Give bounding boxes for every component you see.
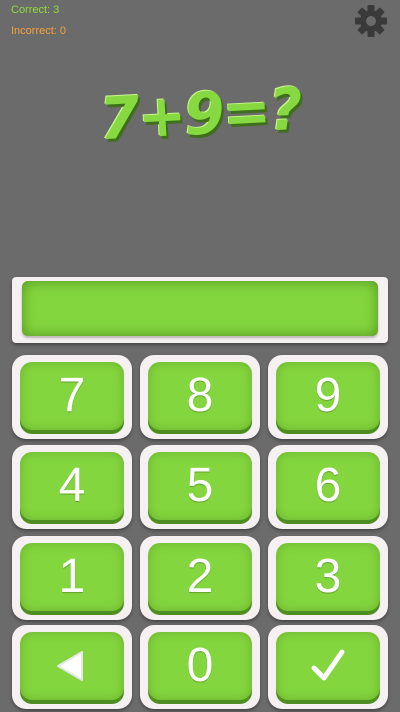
key-0-label: 0 bbox=[148, 632, 252, 700]
gear-icon bbox=[355, 5, 387, 37]
number-keypad: 7 8 9 4 5 6 1 2 3 0 bbox=[12, 355, 388, 712]
key-1[interactable]: 1 bbox=[12, 536, 132, 620]
backspace-button[interactable] bbox=[12, 625, 132, 709]
key-9[interactable]: 9 bbox=[268, 355, 388, 439]
settings-button[interactable] bbox=[354, 4, 388, 38]
key-4[interactable]: 4 bbox=[12, 445, 132, 529]
key-4-label: 4 bbox=[20, 452, 124, 520]
key-8-label: 8 bbox=[148, 362, 252, 430]
checkmark-icon bbox=[311, 649, 345, 681]
correct-count: Correct: 3 bbox=[11, 4, 60, 16]
key-7-label: 7 bbox=[20, 362, 124, 430]
submit-button[interactable] bbox=[268, 625, 388, 709]
key-3-label: 3 bbox=[276, 543, 380, 611]
incorrect-count: Incorrect: 0 bbox=[11, 25, 67, 37]
key-3[interactable]: 3 bbox=[268, 536, 388, 620]
answer-display bbox=[12, 277, 388, 343]
key-1-label: 1 bbox=[20, 543, 124, 611]
key-2[interactable]: 2 bbox=[140, 536, 260, 620]
key-9-label: 9 bbox=[276, 362, 380, 430]
key-7[interactable]: 7 bbox=[12, 355, 132, 439]
key-5-label: 5 bbox=[148, 452, 252, 520]
key-0[interactable]: 0 bbox=[140, 625, 260, 709]
key-6[interactable]: 6 bbox=[268, 445, 388, 529]
key-8[interactable]: 8 bbox=[140, 355, 260, 439]
answer-field bbox=[22, 281, 378, 336]
triangle-left-icon bbox=[57, 651, 83, 681]
key-2-label: 2 bbox=[148, 543, 252, 611]
key-5[interactable]: 5 bbox=[140, 445, 260, 529]
math-question: 7+9=? bbox=[97, 74, 303, 154]
key-6-label: 6 bbox=[276, 452, 380, 520]
